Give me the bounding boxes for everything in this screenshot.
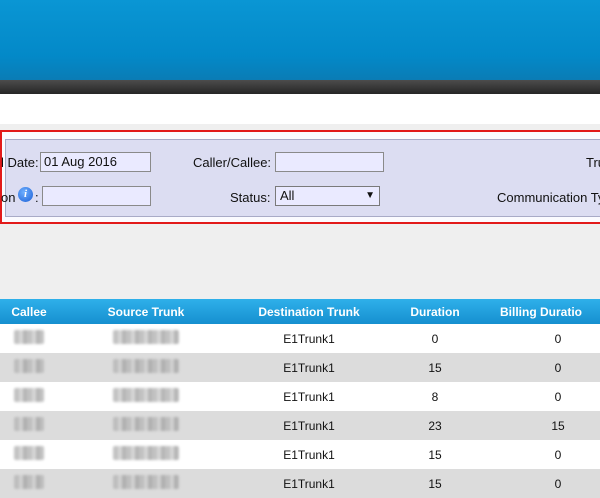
table-row[interactable]: E1Trunk1 0 0: [0, 324, 600, 353]
destination-trunk-cell: E1Trunk1: [234, 382, 384, 411]
redacted-value: [113, 475, 179, 489]
callee-cell: [0, 411, 58, 440]
column-header-source-trunk[interactable]: Source Trunk: [58, 299, 234, 324]
callee-cell: [0, 324, 58, 353]
redacted-value: [14, 475, 44, 489]
filter-form: l Date: 01 Aug 2016 Caller/Callee: Tru o…: [1, 139, 600, 217]
caller-callee-label: Caller/Callee:: [193, 155, 272, 170]
caller-callee-field[interactable]: [275, 152, 384, 172]
redacted-value: [14, 388, 44, 402]
source-trunk-cell: [58, 382, 234, 411]
filter-panel: l Date: 01 Aug 2016 Caller/Callee: Tru o…: [0, 130, 600, 224]
info-icon[interactable]: i: [18, 187, 33, 202]
redacted-value: [113, 330, 179, 344]
billing-duration-cell: 15: [486, 411, 600, 440]
destination-trunk-cell: E1Trunk1: [234, 353, 384, 382]
table-header-row: Callee Source Trunk Destination Trunk Du…: [0, 299, 600, 324]
duration-colon: :: [35, 190, 39, 205]
billing-duration-cell: 0: [486, 382, 600, 411]
status-label: Status:: [230, 190, 271, 205]
status-select-value: All: [280, 188, 295, 203]
duration-cell: 0: [384, 324, 486, 353]
table-row[interactable]: E1Trunk1 8 0: [0, 382, 600, 411]
source-trunk-cell: [58, 411, 234, 440]
redacted-value: [113, 446, 179, 460]
column-header-destination-trunk[interactable]: Destination Trunk: [234, 299, 384, 324]
duration-cell: 15: [384, 353, 486, 382]
column-header-callee[interactable]: Callee: [0, 299, 58, 324]
redacted-value: [14, 446, 44, 460]
duration-label: on: [1, 190, 16, 205]
duration-cell: 15: [384, 440, 486, 469]
destination-trunk-cell: E1Trunk1: [234, 440, 384, 469]
callee-cell: [0, 469, 58, 498]
redacted-value: [113, 359, 179, 373]
callee-cell: [0, 382, 58, 411]
app-header-banner: [0, 0, 600, 80]
table-row[interactable]: E1Trunk1 15 0: [0, 440, 600, 469]
source-trunk-cell: [58, 324, 234, 353]
header-divider: [0, 80, 600, 94]
table-row[interactable]: E1Trunk1 23 15: [0, 411, 600, 440]
source-trunk-cell: [58, 469, 234, 498]
dropdown-arrow-icon: ▼: [365, 190, 375, 201]
duration-cell: 15: [384, 469, 486, 498]
duration-cell: 8: [384, 382, 486, 411]
redacted-value: [14, 359, 44, 373]
redacted-value: [14, 330, 44, 344]
destination-trunk-cell: E1Trunk1: [234, 469, 384, 498]
duration-field[interactable]: [42, 186, 151, 206]
column-header-billing-duration[interactable]: Billing Duratio: [486, 299, 600, 324]
destination-trunk-cell: E1Trunk1: [234, 411, 384, 440]
billing-duration-cell: 0: [486, 440, 600, 469]
call-records-table: Callee Source Trunk Destination Trunk Du…: [0, 299, 600, 498]
table-row[interactable]: E1Trunk1 15 0: [0, 469, 600, 498]
callee-cell: [0, 353, 58, 382]
callee-cell: [0, 440, 58, 469]
destination-trunk-cell: E1Trunk1: [234, 324, 384, 353]
duration-cell: 23: [384, 411, 486, 440]
billing-duration-cell: 0: [486, 469, 600, 498]
communication-type-label: Communication Ty: [497, 190, 600, 205]
billing-duration-cell: 0: [486, 324, 600, 353]
redacted-value: [113, 388, 179, 402]
toolbar-area: [0, 94, 600, 124]
date-label: l Date:: [1, 155, 39, 170]
column-header-duration[interactable]: Duration: [384, 299, 486, 324]
status-select[interactable]: All ▼: [275, 186, 380, 206]
source-trunk-cell: [58, 353, 234, 382]
table-row[interactable]: E1Trunk1 15 0: [0, 353, 600, 382]
billing-duration-cell: 0: [486, 353, 600, 382]
trunk-label: Tru: [586, 155, 600, 170]
date-field[interactable]: 01 Aug 2016: [40, 152, 151, 172]
redacted-value: [113, 417, 179, 431]
redacted-value: [14, 417, 44, 431]
source-trunk-cell: [58, 440, 234, 469]
